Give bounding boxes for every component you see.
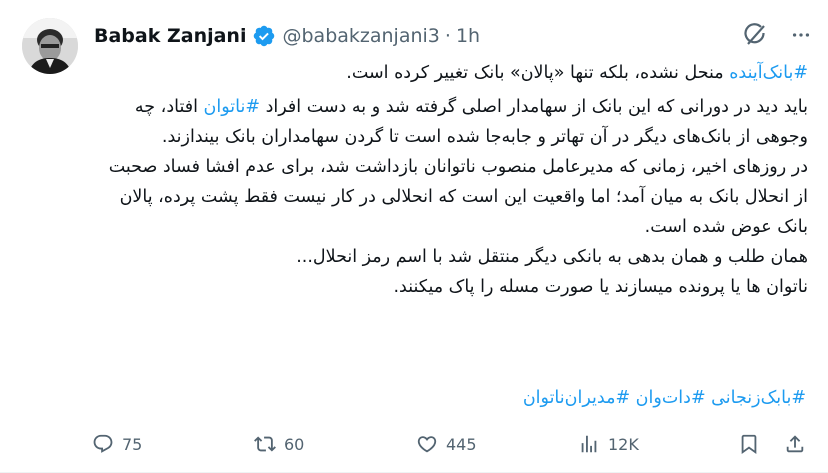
tweet-paragraph: باید دید در دورانی که این بانک از سهامدا…: [108, 92, 808, 152]
share-button[interactable]: [784, 433, 806, 455]
separator-dot: ·: [444, 25, 451, 47]
tweet-line: #بانک‌آینده منحل نشده، بلکه تنها «پالان»…: [108, 58, 808, 88]
views-icon: [581, 435, 597, 453]
repost-button[interactable]: 60: [254, 433, 304, 455]
action-bar: 75 60 445 12K: [92, 428, 808, 460]
reply-count: 75: [122, 434, 143, 454]
share-icon: [786, 435, 804, 453]
tweet-paragraph: همان طلب و همان بدهی به بانکی دیگر منتقل…: [296, 247, 808, 267]
tweet-header: Babak Zanjani @babakzanjani3 · 1h: [94, 20, 480, 52]
bookmark-icon: [741, 434, 757, 455]
grok-icon[interactable]: [742, 22, 768, 48]
hashtag-link[interactable]: #ناتوان: [204, 97, 261, 117]
verified-icon: [252, 24, 276, 48]
repost-count: 60: [284, 434, 305, 454]
views-count: 12K: [608, 434, 639, 454]
like-count: 445: [446, 434, 477, 454]
reply-button[interactable]: 75: [92, 433, 142, 455]
hashtag-line[interactable]: #بابک‌زنجانی #دات‌وان #مدیران‌ناتوان: [523, 383, 806, 413]
like-button[interactable]: 445: [416, 433, 477, 455]
tweet-paragraph: در روزهای اخیر، زمانی که مدیرعامل منصوب …: [108, 157, 808, 237]
author-name[interactable]: Babak Zanjani: [94, 25, 246, 47]
more-icon[interactable]: [788, 22, 814, 48]
avatar[interactable]: [22, 18, 78, 74]
text-fragment: باید دید در دورانی که این بانک از سهامدا…: [260, 97, 808, 117]
tweet-text: #بانک‌آینده منحل نشده، بلکه تنها «پالان»…: [108, 58, 808, 302]
reply-icon: [93, 434, 113, 453]
author-handle[interactable]: @babakzanjani3: [282, 25, 439, 47]
views-button[interactable]: 12K: [578, 433, 639, 455]
bookmark-button[interactable]: [738, 433, 760, 455]
tweet-card[interactable]: Babak Zanjani @babakzanjani3 · 1h #بانک‌…: [0, 0, 828, 473]
tweet-paragraph: ناتوان ها یا پرونده میسازند یا صورت مسله…: [393, 277, 808, 297]
avatar-photo: [22, 18, 78, 74]
text-fragment: منحل نشده، بلکه تنها «پالان» بانک تغییر …: [346, 63, 730, 83]
tweet-timestamp[interactable]: 1h: [456, 25, 480, 47]
hashtag-link[interactable]: #بانک‌آینده: [729, 63, 808, 83]
like-icon: [417, 436, 437, 453]
repost-icon: [254, 436, 276, 452]
